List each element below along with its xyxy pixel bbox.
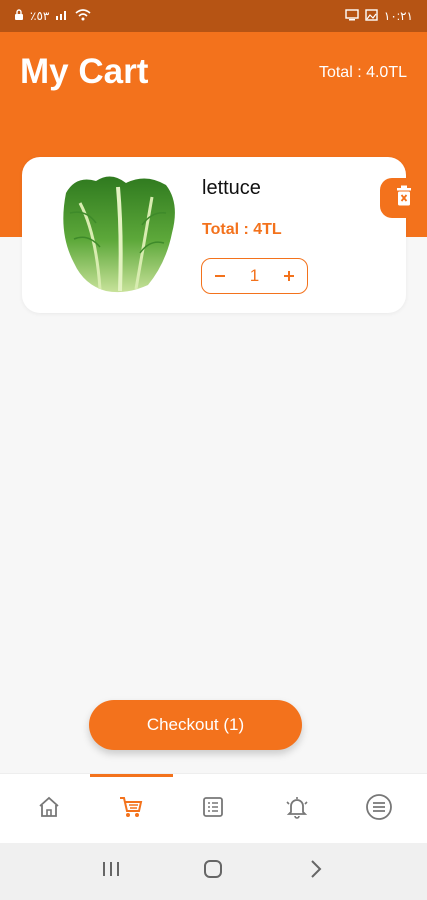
recent-apps-icon [101, 860, 121, 883]
quantity-stepper: 1 [201, 258, 308, 294]
screen-cast-icon [345, 8, 359, 24]
nav-orders[interactable] [171, 774, 255, 844]
wifi-icon [75, 8, 91, 24]
clock-time: ١٠:٢١ [383, 9, 413, 23]
status-bar-right: ١٠:٢١ [345, 8, 413, 24]
nav-cart[interactable] [89, 774, 173, 844]
status-bar: ٪٥٣ ١٠:٢١ [0, 0, 427, 32]
home-icon [37, 796, 61, 823]
page-title: My Cart [20, 52, 149, 91]
decrease-quantity-button[interactable] [210, 266, 230, 286]
gallery-icon [365, 8, 378, 24]
nav-notifications[interactable] [255, 774, 339, 844]
battery-percentage: ٪٥٣ [30, 9, 50, 23]
chevron-right-icon [309, 859, 323, 884]
product-name: lettuce [202, 177, 261, 199]
status-bar-left: ٪٥٣ [14, 8, 91, 24]
menu-icon [365, 793, 393, 826]
checkout-button[interactable]: Checkout (1) [89, 700, 302, 750]
trash-icon [395, 185, 413, 212]
battery-lock-icon [14, 8, 24, 24]
lettuce-product-image [56, 173, 182, 295]
delete-item-button[interactable] [380, 178, 427, 218]
home-square-icon [203, 859, 223, 884]
recent-apps-button[interactable] [91, 852, 131, 892]
home-system-button[interactable] [193, 852, 233, 892]
nav-home[interactable] [7, 774, 91, 844]
product-total: Total : 4TL [202, 221, 282, 238]
bottom-navigation [0, 773, 427, 843]
nav-menu[interactable] [337, 774, 421, 844]
cart-total: Total : 4.0TL [318, 64, 407, 81]
signal-icon [55, 9, 69, 23]
cart-icon [118, 795, 144, 824]
quantity-value: 1 [249, 266, 260, 285]
system-navigation-bar [0, 843, 427, 900]
orders-list-icon [201, 795, 225, 824]
increase-quantity-button[interactable] [279, 266, 299, 286]
notifications-bell-icon [284, 794, 310, 825]
back-button[interactable] [296, 852, 336, 892]
plus-icon [284, 271, 294, 281]
cart-item-card: lettuce Total : 4TL 1 [22, 157, 406, 313]
minus-icon [215, 275, 225, 277]
